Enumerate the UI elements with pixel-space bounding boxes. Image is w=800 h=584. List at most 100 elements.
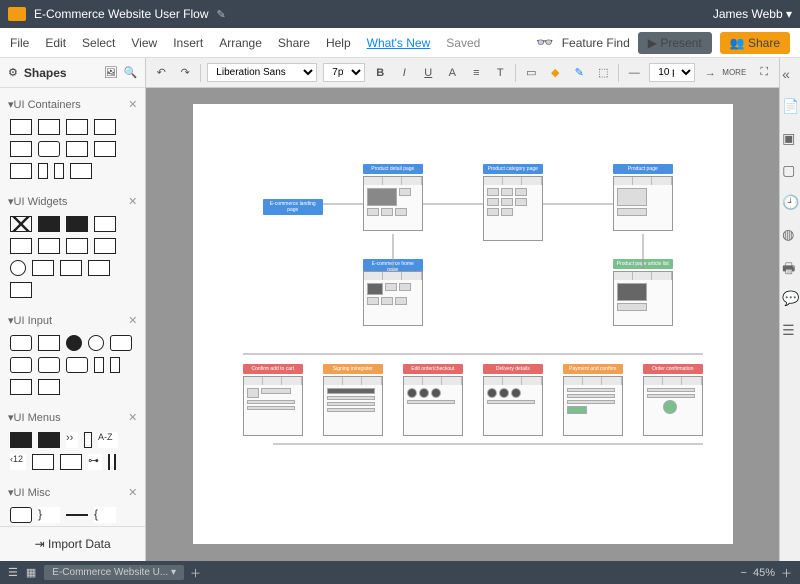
wireframe[interactable] bbox=[363, 176, 423, 231]
shape[interactable] bbox=[60, 454, 82, 470]
shape[interactable] bbox=[32, 454, 54, 470]
wireframe[interactable] bbox=[483, 176, 543, 241]
shape-rect[interactable] bbox=[54, 163, 64, 179]
menu-view[interactable]: View bbox=[131, 36, 157, 50]
rename-icon[interactable]: ✎ bbox=[216, 8, 225, 21]
shape[interactable]: { bbox=[94, 507, 116, 523]
shape[interactable] bbox=[10, 260, 26, 276]
more-text-button[interactable]: T bbox=[491, 64, 509, 82]
grid-view-icon[interactable]: ▦ bbox=[26, 566, 36, 579]
menu-help[interactable]: Help bbox=[326, 36, 351, 50]
close-icon[interactable]: ✕ bbox=[128, 314, 137, 327]
shape[interactable] bbox=[10, 238, 32, 254]
wireframe[interactable] bbox=[483, 376, 543, 436]
shape[interactable] bbox=[66, 335, 82, 351]
add-page-button[interactable]: ＋ bbox=[190, 565, 201, 581]
undo-button[interactable]: ↶ bbox=[152, 64, 170, 82]
shape[interactable] bbox=[88, 260, 110, 276]
flow-label[interactable]: Product category page bbox=[483, 164, 543, 174]
flow-label[interactable]: Product detail page bbox=[363, 164, 423, 174]
flow-label[interactable]: Signing in/register bbox=[323, 364, 383, 374]
shape[interactable] bbox=[10, 379, 32, 395]
shape[interactable] bbox=[108, 454, 116, 470]
menu-file[interactable]: File bbox=[10, 36, 29, 50]
wireframe[interactable] bbox=[243, 376, 303, 436]
shape[interactable] bbox=[32, 260, 54, 276]
bold-button[interactable]: B bbox=[371, 64, 389, 82]
shape-rect[interactable] bbox=[66, 119, 88, 135]
shape[interactable]: ⊶ bbox=[88, 454, 102, 470]
wireframe[interactable] bbox=[403, 376, 463, 436]
redo-button[interactable]: ↷ bbox=[176, 64, 194, 82]
zoom-out-button[interactable]: − bbox=[741, 567, 747, 579]
flow-label[interactable]: Confirm add to cart bbox=[243, 364, 303, 374]
present-icon[interactable]: ▢ bbox=[782, 162, 798, 178]
shape[interactable]: A‑Z bbox=[98, 432, 118, 448]
folder-icon[interactable] bbox=[8, 7, 26, 21]
close-icon[interactable]: ✕ bbox=[128, 195, 137, 208]
shape[interactable] bbox=[66, 216, 88, 232]
flow-label[interactable]: Edit order/checkout bbox=[403, 364, 463, 374]
shape-rect[interactable] bbox=[10, 163, 32, 179]
fillcolor-button[interactable]: ◆ bbox=[546, 64, 564, 82]
frame-icon[interactable]: ▣ bbox=[782, 130, 798, 146]
flow-label[interactable]: E-commerce landing page bbox=[263, 199, 323, 215]
print-icon[interactable]: 🖶 bbox=[782, 258, 798, 274]
close-icon[interactable]: ✕ bbox=[128, 411, 137, 424]
shape-rect[interactable] bbox=[10, 119, 32, 135]
zoom-in-button[interactable]: ＋ bbox=[781, 565, 792, 581]
shape[interactable] bbox=[38, 216, 60, 232]
shape[interactable] bbox=[10, 216, 32, 232]
line-button[interactable]: — bbox=[625, 64, 643, 82]
fullscreen-button[interactable]: ⛶ bbox=[755, 64, 773, 82]
wireframe[interactable] bbox=[563, 376, 623, 436]
history-icon[interactable]: 🕘 bbox=[782, 194, 798, 210]
arrow-button[interactable]: → bbox=[701, 64, 719, 82]
fill-button[interactable]: ▭ bbox=[522, 64, 540, 82]
shape[interactable] bbox=[10, 282, 32, 298]
shape[interactable]: ›› bbox=[66, 432, 78, 448]
canvas-area[interactable]: E-commerce landing page Product detail p… bbox=[146, 88, 779, 561]
user-menu[interactable]: James Webb ▾ bbox=[713, 7, 792, 21]
shape-rounded[interactable] bbox=[38, 141, 60, 157]
shape[interactable] bbox=[66, 514, 88, 516]
shape[interactable] bbox=[38, 432, 60, 448]
font-select[interactable]: Liberation Sans bbox=[207, 63, 317, 82]
shape[interactable]: } bbox=[38, 507, 60, 523]
shape[interactable] bbox=[110, 357, 120, 373]
wireframe[interactable] bbox=[643, 376, 703, 436]
shape-folder[interactable] bbox=[66, 141, 88, 157]
collapse-icon[interactable]: « bbox=[782, 66, 798, 82]
feature-find-icon[interactable]: 👓 bbox=[536, 34, 553, 51]
shape[interactable] bbox=[94, 238, 116, 254]
textcolor-button[interactable]: A bbox=[443, 64, 461, 82]
fontsize-select[interactable]: 7pt bbox=[323, 63, 365, 82]
shape[interactable] bbox=[10, 357, 32, 373]
shape[interactable] bbox=[10, 507, 32, 523]
flow-label[interactable]: Payment and confirm bbox=[563, 364, 623, 374]
shape[interactable] bbox=[38, 357, 60, 373]
shape[interactable] bbox=[84, 432, 92, 448]
share-button[interactable]: 👥 Share bbox=[720, 32, 790, 54]
shape-button[interactable]: ⬚ bbox=[594, 64, 612, 82]
wireframe[interactable] bbox=[363, 271, 423, 326]
comment-icon[interactable]: 💬 bbox=[782, 290, 798, 306]
shape[interactable] bbox=[94, 357, 104, 373]
menu-share[interactable]: Share bbox=[278, 36, 310, 50]
menu-whats-new[interactable]: What's New bbox=[367, 36, 431, 50]
shape[interactable] bbox=[60, 260, 82, 276]
menu-edit[interactable]: Edit bbox=[45, 36, 66, 50]
close-icon[interactable]: ✕ bbox=[128, 98, 137, 111]
import-data-button[interactable]: ⇥ Import Data bbox=[0, 526, 145, 561]
page-tab[interactable]: E-Commerce Website U... ▾ bbox=[44, 565, 184, 580]
shape[interactable]: ‹12 bbox=[10, 454, 26, 470]
menu-insert[interactable]: Insert bbox=[173, 36, 203, 50]
document-title[interactable]: E-Commerce Website User Flow bbox=[34, 7, 208, 21]
shape[interactable] bbox=[10, 432, 32, 448]
layers-icon[interactable]: ☰ bbox=[782, 322, 798, 338]
shape-rect[interactable] bbox=[10, 141, 32, 157]
shape-rect[interactable] bbox=[94, 119, 116, 135]
search-icon[interactable]: 🔍 bbox=[124, 66, 138, 79]
wireframe[interactable] bbox=[323, 376, 383, 436]
feature-find-label[interactable]: Feature Find bbox=[562, 36, 630, 50]
